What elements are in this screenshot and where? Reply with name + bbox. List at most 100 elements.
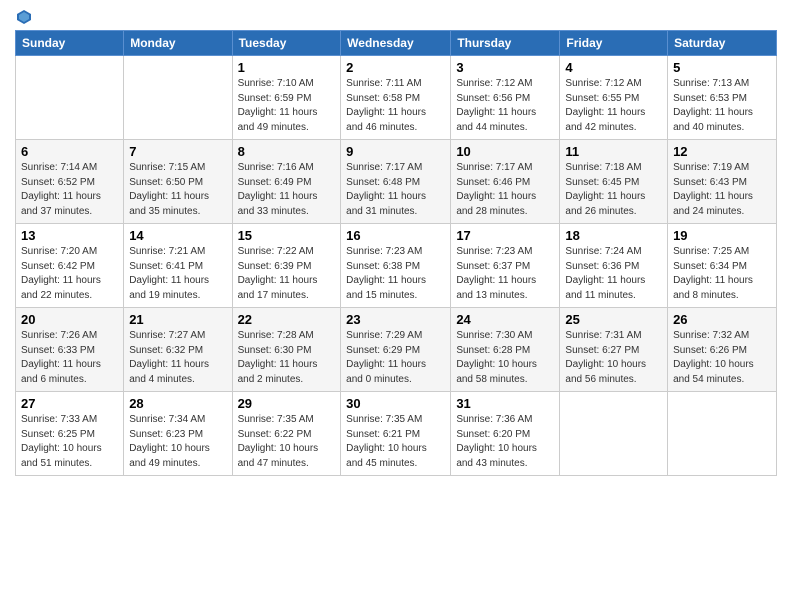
daylight-text: Daylight: 11 hours and 28 minutes. xyxy=(456,191,536,217)
sunrise-text: Sunrise: 7:19 AM xyxy=(673,162,749,173)
day-number: 27 xyxy=(21,396,118,411)
daylight-text: Daylight: 11 hours and 37 minutes. xyxy=(21,191,101,217)
daylight-text: Daylight: 11 hours and 17 minutes. xyxy=(238,275,318,301)
day-number: 22 xyxy=(238,312,336,327)
calendar-cell xyxy=(16,56,124,140)
day-info: Sunrise: 7:33 AM Sunset: 6:25 PM Dayligh… xyxy=(21,413,118,471)
day-info: Sunrise: 7:12 AM Sunset: 6:56 PM Dayligh… xyxy=(456,77,554,135)
day-number: 12 xyxy=(673,144,771,159)
daylight-text: Daylight: 10 hours and 49 minutes. xyxy=(129,443,210,469)
calendar-cell: 7 Sunrise: 7:15 AM Sunset: 6:50 PM Dayli… xyxy=(124,140,232,224)
calendar-cell xyxy=(124,56,232,140)
weekday-header: Sunday xyxy=(16,31,124,56)
day-number: 14 xyxy=(129,228,226,243)
calendar-cell: 18 Sunrise: 7:24 AM Sunset: 6:36 PM Dayl… xyxy=(560,224,668,308)
calendar-cell: 25 Sunrise: 7:31 AM Sunset: 6:27 PM Dayl… xyxy=(560,308,668,392)
daylight-text: Daylight: 11 hours and 33 minutes. xyxy=(238,191,318,217)
sunset-text: Sunset: 6:46 PM xyxy=(456,177,530,188)
calendar-cell: 30 Sunrise: 7:35 AM Sunset: 6:21 PM Dayl… xyxy=(341,392,451,476)
day-info: Sunrise: 7:26 AM Sunset: 6:33 PM Dayligh… xyxy=(21,329,118,387)
sunset-text: Sunset: 6:59 PM xyxy=(238,93,312,104)
sunset-text: Sunset: 6:26 PM xyxy=(673,345,747,356)
sunset-text: Sunset: 6:39 PM xyxy=(238,261,312,272)
calendar-cell: 10 Sunrise: 7:17 AM Sunset: 6:46 PM Dayl… xyxy=(451,140,560,224)
sunrise-text: Sunrise: 7:12 AM xyxy=(456,78,532,89)
day-number: 2 xyxy=(346,60,445,75)
calendar-cell: 6 Sunrise: 7:14 AM Sunset: 6:52 PM Dayli… xyxy=(16,140,124,224)
day-number: 23 xyxy=(346,312,445,327)
calendar-cell: 4 Sunrise: 7:12 AM Sunset: 6:55 PM Dayli… xyxy=(560,56,668,140)
calendar-cell: 17 Sunrise: 7:23 AM Sunset: 6:37 PM Dayl… xyxy=(451,224,560,308)
day-info: Sunrise: 7:24 AM Sunset: 6:36 PM Dayligh… xyxy=(565,245,662,303)
calendar-cell xyxy=(668,392,777,476)
day-number: 29 xyxy=(238,396,336,411)
daylight-text: Daylight: 11 hours and 11 minutes. xyxy=(565,275,645,301)
calendar-cell: 9 Sunrise: 7:17 AM Sunset: 6:48 PM Dayli… xyxy=(341,140,451,224)
calendar-cell: 16 Sunrise: 7:23 AM Sunset: 6:38 PM Dayl… xyxy=(341,224,451,308)
day-number: 10 xyxy=(456,144,554,159)
day-info: Sunrise: 7:12 AM Sunset: 6:55 PM Dayligh… xyxy=(565,77,662,135)
day-number: 30 xyxy=(346,396,445,411)
day-number: 15 xyxy=(238,228,336,243)
sunset-text: Sunset: 6:56 PM xyxy=(456,93,530,104)
daylight-text: Daylight: 10 hours and 43 minutes. xyxy=(456,443,537,469)
weekday-header: Tuesday xyxy=(232,31,341,56)
day-info: Sunrise: 7:10 AM Sunset: 6:59 PM Dayligh… xyxy=(238,77,336,135)
day-number: 11 xyxy=(565,144,662,159)
day-info: Sunrise: 7:17 AM Sunset: 6:48 PM Dayligh… xyxy=(346,161,445,219)
sunrise-text: Sunrise: 7:34 AM xyxy=(129,414,205,425)
calendar-cell: 22 Sunrise: 7:28 AM Sunset: 6:30 PM Dayl… xyxy=(232,308,341,392)
sunset-text: Sunset: 6:49 PM xyxy=(238,177,312,188)
daylight-text: Daylight: 11 hours and 8 minutes. xyxy=(673,275,753,301)
weekday-header: Friday xyxy=(560,31,668,56)
day-number: 7 xyxy=(129,144,226,159)
sunrise-text: Sunrise: 7:14 AM xyxy=(21,162,97,173)
day-number: 13 xyxy=(21,228,118,243)
sunrise-text: Sunrise: 7:13 AM xyxy=(673,78,749,89)
calendar-cell: 26 Sunrise: 7:32 AM Sunset: 6:26 PM Dayl… xyxy=(668,308,777,392)
calendar-cell: 23 Sunrise: 7:29 AM Sunset: 6:29 PM Dayl… xyxy=(341,308,451,392)
logo xyxy=(15,10,31,24)
sunrise-text: Sunrise: 7:10 AM xyxy=(238,78,314,89)
sunrise-text: Sunrise: 7:25 AM xyxy=(673,246,749,257)
day-number: 31 xyxy=(456,396,554,411)
sunset-text: Sunset: 6:58 PM xyxy=(346,93,420,104)
calendar-cell: 20 Sunrise: 7:26 AM Sunset: 6:33 PM Dayl… xyxy=(16,308,124,392)
day-number: 8 xyxy=(238,144,336,159)
sunrise-text: Sunrise: 7:33 AM xyxy=(21,414,97,425)
sunset-text: Sunset: 6:23 PM xyxy=(129,429,203,440)
day-number: 28 xyxy=(129,396,226,411)
daylight-text: Daylight: 11 hours and 35 minutes. xyxy=(129,191,209,217)
day-info: Sunrise: 7:13 AM Sunset: 6:53 PM Dayligh… xyxy=(673,77,771,135)
sunset-text: Sunset: 6:38 PM xyxy=(346,261,420,272)
sunset-text: Sunset: 6:53 PM xyxy=(673,93,747,104)
daylight-text: Daylight: 11 hours and 26 minutes. xyxy=(565,191,645,217)
sunrise-text: Sunrise: 7:23 AM xyxy=(346,246,422,257)
sunset-text: Sunset: 6:25 PM xyxy=(21,429,95,440)
daylight-text: Daylight: 10 hours and 58 minutes. xyxy=(456,359,537,385)
sunrise-text: Sunrise: 7:23 AM xyxy=(456,246,532,257)
day-info: Sunrise: 7:34 AM Sunset: 6:23 PM Dayligh… xyxy=(129,413,226,471)
sunset-text: Sunset: 6:36 PM xyxy=(565,261,639,272)
day-number: 16 xyxy=(346,228,445,243)
day-info: Sunrise: 7:23 AM Sunset: 6:37 PM Dayligh… xyxy=(456,245,554,303)
day-info: Sunrise: 7:25 AM Sunset: 6:34 PM Dayligh… xyxy=(673,245,771,303)
day-number: 3 xyxy=(456,60,554,75)
sunset-text: Sunset: 6:41 PM xyxy=(129,261,203,272)
calendar-cell: 19 Sunrise: 7:25 AM Sunset: 6:34 PM Dayl… xyxy=(668,224,777,308)
day-info: Sunrise: 7:18 AM Sunset: 6:45 PM Dayligh… xyxy=(565,161,662,219)
day-info: Sunrise: 7:23 AM Sunset: 6:38 PM Dayligh… xyxy=(346,245,445,303)
sunrise-text: Sunrise: 7:21 AM xyxy=(129,246,205,257)
sunset-text: Sunset: 6:43 PM xyxy=(673,177,747,188)
day-info: Sunrise: 7:36 AM Sunset: 6:20 PM Dayligh… xyxy=(456,413,554,471)
day-info: Sunrise: 7:35 AM Sunset: 6:22 PM Dayligh… xyxy=(238,413,336,471)
day-number: 25 xyxy=(565,312,662,327)
day-info: Sunrise: 7:31 AM Sunset: 6:27 PM Dayligh… xyxy=(565,329,662,387)
sunrise-text: Sunrise: 7:24 AM xyxy=(565,246,641,257)
daylight-text: Daylight: 11 hours and 6 minutes. xyxy=(21,359,101,385)
sunset-text: Sunset: 6:22 PM xyxy=(238,429,312,440)
sunrise-text: Sunrise: 7:15 AM xyxy=(129,162,205,173)
logo-icon xyxy=(17,10,31,24)
calendar-week-row: 1 Sunrise: 7:10 AM Sunset: 6:59 PM Dayli… xyxy=(16,56,777,140)
sunset-text: Sunset: 6:21 PM xyxy=(346,429,420,440)
